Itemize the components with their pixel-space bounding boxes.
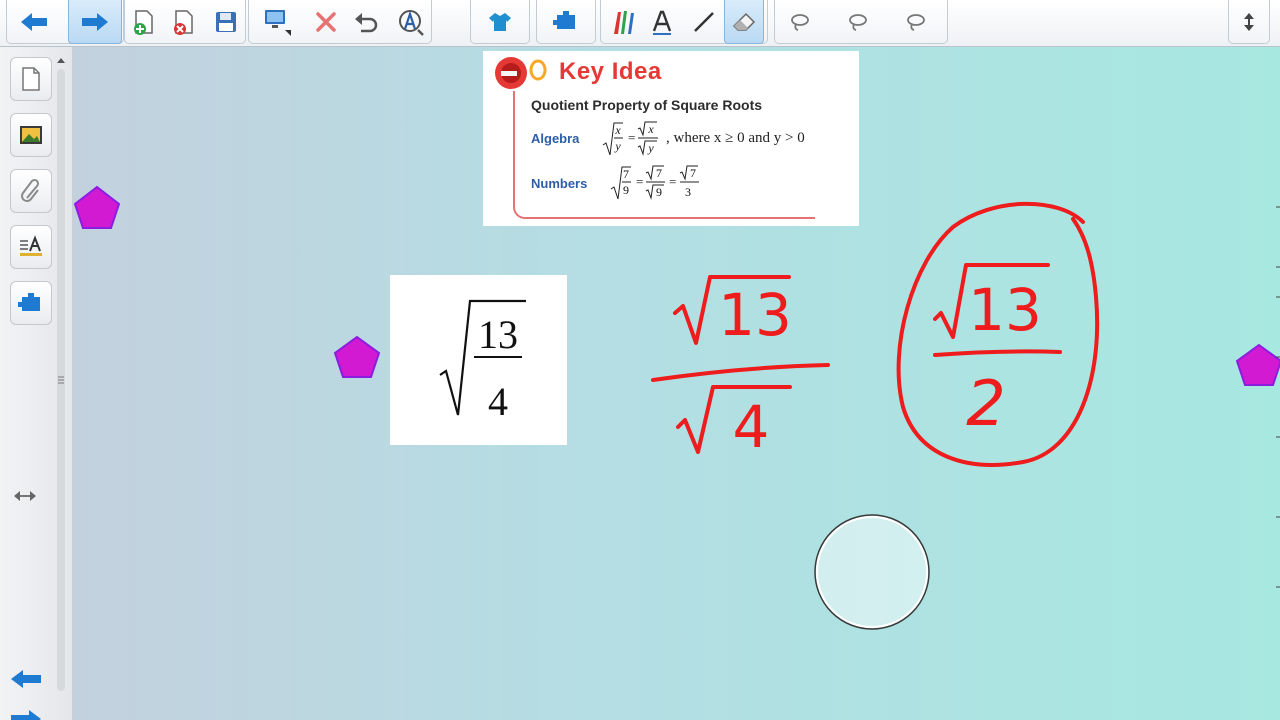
- monitor-icon: [265, 10, 291, 36]
- save-button[interactable]: [206, 0, 246, 44]
- lasso-icon: [849, 14, 867, 31]
- side-panel-scrollbar[interactable]: [54, 55, 68, 695]
- vertical-arrows-icon: [1244, 13, 1254, 31]
- arrow-right-icon: [82, 12, 108, 31]
- text-tool-button[interactable]: [642, 0, 682, 44]
- properties-icon: [20, 235, 42, 256]
- text-a-icon: [652, 10, 672, 35]
- pentagon-marker-right[interactable]: [1235, 343, 1280, 386]
- add-page-icon: [134, 10, 153, 35]
- lasso-1-button[interactable]: [780, 0, 820, 44]
- pentagon-marker-center[interactable]: [333, 335, 381, 378]
- addons-tab[interactable]: [10, 281, 52, 325]
- right-edge-ruler: [1276, 206, 1280, 588]
- arrow-left-icon: [11, 670, 41, 688]
- ink-layer: 13 4 13 2: [73, 185, 1280, 630]
- table-button[interactable]: [546, 0, 586, 44]
- delete-page-icon: [174, 10, 193, 35]
- undo-icon: [355, 13, 378, 33]
- ink-fraction-bar-1: [651, 363, 830, 382]
- main-toolbar: [0, 0, 1280, 47]
- shirt-icon: [489, 13, 511, 31]
- line-tool-button[interactable]: [684, 0, 724, 44]
- screen-capture-button[interactable]: [256, 0, 296, 44]
- next-page-button[interactable]: [8, 707, 48, 720]
- shirt-button[interactable]: [480, 0, 520, 44]
- add-page-button[interactable]: [124, 0, 164, 44]
- pens-icon: [614, 11, 634, 34]
- eraser-button[interactable]: [724, 0, 764, 44]
- pens-button[interactable]: [604, 0, 644, 44]
- toolbar-position-button[interactable]: [1229, 0, 1269, 44]
- ink-denominator-2: 2: [966, 367, 1005, 440]
- close-icon: [316, 12, 336, 32]
- eraser-icon: [732, 12, 756, 31]
- scroll-up-icon: [57, 58, 65, 63]
- puzzle-icon: [18, 293, 40, 311]
- grip-icon: [58, 376, 64, 384]
- floppy-disk-icon: [216, 12, 236, 32]
- pointer-circle[interactable]: [814, 514, 930, 630]
- ink-numerator-1: 13: [718, 281, 792, 349]
- ink-fraction-bar-2: [933, 349, 1062, 357]
- lasso-2-button[interactable]: [838, 0, 878, 44]
- arrow-right-icon: [11, 710, 41, 720]
- paperclip-icon: [21, 178, 40, 202]
- picture-icon: [20, 126, 42, 144]
- lasso-icon: [791, 14, 809, 31]
- ink-denominator-1: 4: [733, 393, 770, 461]
- back-button[interactable]: [14, 0, 54, 44]
- lasso-icon: [907, 14, 925, 31]
- recognize-icon: [399, 10, 424, 36]
- page-icon: [22, 67, 40, 91]
- undo-button[interactable]: [346, 0, 386, 44]
- ink-numerator-2: 13: [968, 276, 1042, 344]
- previous-page-button[interactable]: [8, 667, 48, 695]
- horizontal-arrows-icon: [14, 491, 36, 501]
- puzzle-icon: [553, 11, 575, 29]
- properties-tab[interactable]: [10, 225, 52, 269]
- side-panel: [0, 47, 73, 720]
- recognize-button[interactable]: [390, 0, 430, 44]
- arrow-left-icon: [21, 13, 47, 31]
- gallery-tab[interactable]: [10, 113, 52, 157]
- page-sorter-tab[interactable]: [10, 57, 52, 101]
- attachments-tab[interactable]: [10, 169, 52, 213]
- line-icon: [694, 12, 714, 32]
- delete-page-button[interactable]: [164, 0, 204, 44]
- pentagon-marker-left[interactable]: [73, 185, 121, 229]
- whiteboard-canvas[interactable]: Key Idea Quotient Property of Square Roo…: [73, 47, 1280, 720]
- lasso-3-button[interactable]: [896, 0, 936, 44]
- forward-button[interactable]: [68, 0, 122, 44]
- resize-panel-handle[interactable]: [12, 487, 38, 505]
- delete-button[interactable]: [306, 0, 346, 44]
